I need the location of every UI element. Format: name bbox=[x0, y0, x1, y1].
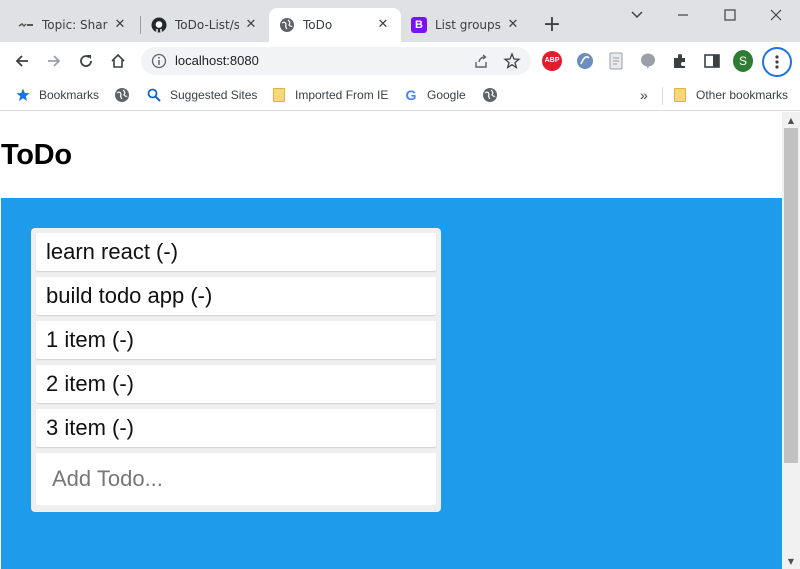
page-title: ToDo bbox=[1, 139, 72, 171]
close-tab-icon[interactable]: ✕ bbox=[112, 17, 128, 33]
globe-icon bbox=[114, 87, 130, 103]
bookmark-label: Imported From IE bbox=[295, 88, 389, 102]
bootstrap-badge: B bbox=[411, 17, 427, 33]
article-favicon-icon bbox=[18, 17, 34, 33]
todo-app-area: learn react (-) build todo app (-) 1 ite… bbox=[1, 198, 782, 569]
page-header: ToDo bbox=[0, 112, 782, 198]
maximize-button[interactable] bbox=[707, 0, 753, 30]
home-button[interactable] bbox=[104, 47, 132, 75]
tab-todo-list-github[interactable]: ToDo-List/st ✕ bbox=[141, 8, 269, 42]
reload-button[interactable] bbox=[72, 47, 100, 75]
close-window-button[interactable] bbox=[753, 0, 799, 30]
page-scrollbar[interactable]: ▲ ▼ bbox=[782, 112, 800, 569]
star-icon bbox=[15, 87, 31, 103]
tab-title: ToDo-List/st bbox=[175, 18, 239, 32]
bookmark-label: Bookmarks bbox=[39, 88, 100, 102]
bootstrap-icon: B bbox=[411, 17, 427, 33]
share-icon[interactable] bbox=[473, 53, 489, 73]
todo-card: learn react (-) build todo app (-) 1 ite… bbox=[31, 228, 441, 512]
home-icon bbox=[111, 53, 125, 68]
minimize-button[interactable] bbox=[660, 0, 706, 30]
tab-todo[interactable]: ToDo ✕ bbox=[269, 8, 401, 42]
todo-item[interactable]: learn react (-) bbox=[36, 233, 436, 271]
bookmark-google[interactable]: G Google bbox=[403, 85, 466, 105]
tab-topic-share[interactable]: Topic: Share ✕ bbox=[8, 8, 138, 42]
tab-title: List groups bbox=[435, 18, 501, 32]
close-tab-icon[interactable]: ✕ bbox=[243, 17, 259, 33]
tab-title: ToDo bbox=[303, 18, 333, 32]
back-arrow-icon bbox=[15, 55, 28, 67]
tab-strip: Topic: Share ✕ ToDo-List/st ✕ ToDo ✕ B L… bbox=[0, 0, 800, 42]
bookmarks-bar: Bookmarks Suggested Sites Imported From … bbox=[0, 80, 800, 111]
extension-swirl-icon[interactable] bbox=[575, 51, 595, 71]
bookmark-star-icon[interactable] bbox=[503, 52, 521, 74]
tab-list-groups[interactable]: B List groups ✕ bbox=[401, 8, 531, 42]
close-tab-icon[interactable]: ✕ bbox=[505, 17, 521, 33]
search-icon bbox=[146, 87, 162, 103]
bookmark-imported-from-ie[interactable]: Imported From IE bbox=[271, 85, 388, 105]
extensions-puzzle-icon[interactable] bbox=[670, 51, 690, 71]
bookmark-suggested-sites[interactable]: Suggested Sites bbox=[146, 85, 257, 105]
browser-toolbar: localhost:8080 ABP S bbox=[0, 42, 800, 80]
abp-label: ABP bbox=[542, 51, 562, 71]
address-bar[interactable]: localhost:8080 bbox=[141, 47, 531, 75]
folder-icon bbox=[672, 87, 688, 103]
side-panel-icon[interactable] bbox=[702, 51, 722, 71]
bookmarks-divider bbox=[662, 87, 663, 105]
extension-document-icon[interactable] bbox=[606, 51, 626, 71]
forward-arrow-icon bbox=[48, 55, 61, 67]
menu-kebab-icon[interactable] bbox=[762, 47, 792, 77]
url-text: localhost:8080 bbox=[175, 53, 259, 68]
page-viewport: ToDo learn react (-) build todo app (-) … bbox=[0, 112, 782, 569]
new-tab-button[interactable]: + bbox=[540, 14, 564, 38]
site-info-icon[interactable] bbox=[151, 53, 167, 73]
close-tab-icon[interactable]: ✕ bbox=[375, 17, 391, 33]
scroll-up-arrow-icon[interactable]: ▲ bbox=[782, 112, 800, 128]
bookmark-label: Other bookmarks bbox=[696, 88, 789, 102]
bookmark-globe-2[interactable] bbox=[482, 85, 506, 105]
bookmark-label: Suggested Sites bbox=[170, 88, 258, 102]
bookmark-label: Google bbox=[427, 88, 466, 102]
tab-search-chevron-icon[interactable] bbox=[614, 0, 660, 30]
forward-button[interactable] bbox=[40, 47, 68, 75]
bookmarks-overflow-button[interactable]: » bbox=[640, 85, 648, 105]
tab-title: Topic: Share bbox=[42, 18, 108, 32]
github-icon bbox=[151, 17, 167, 33]
todo-item[interactable]: 3 item (-) bbox=[36, 409, 436, 447]
bookmark-bookmarks[interactable]: Bookmarks bbox=[15, 85, 99, 105]
extension-chat-icon[interactable] bbox=[638, 51, 658, 71]
scroll-down-arrow-icon[interactable]: ▼ bbox=[782, 553, 800, 569]
bookmark-globe[interactable] bbox=[114, 85, 138, 105]
bookmark-other-bookmarks[interactable]: Other bookmarks bbox=[672, 85, 788, 105]
folder-icon bbox=[271, 87, 287, 103]
google-icon: G bbox=[405, 87, 417, 103]
todo-item[interactable]: 1 item (-) bbox=[36, 321, 436, 359]
profile-initial: S bbox=[733, 50, 753, 72]
globe-icon bbox=[279, 17, 295, 33]
add-todo-input[interactable] bbox=[36, 453, 436, 505]
profile-avatar[interactable]: S bbox=[733, 50, 753, 72]
todo-item[interactable]: build todo app (-) bbox=[36, 277, 436, 315]
scrollbar-thumb[interactable] bbox=[784, 128, 798, 463]
back-button[interactable] bbox=[8, 47, 36, 75]
adblock-plus-icon[interactable]: ABP bbox=[542, 51, 562, 71]
globe-icon bbox=[482, 87, 498, 103]
reload-icon bbox=[80, 55, 92, 67]
todo-item[interactable]: 2 item (-) bbox=[36, 365, 436, 403]
